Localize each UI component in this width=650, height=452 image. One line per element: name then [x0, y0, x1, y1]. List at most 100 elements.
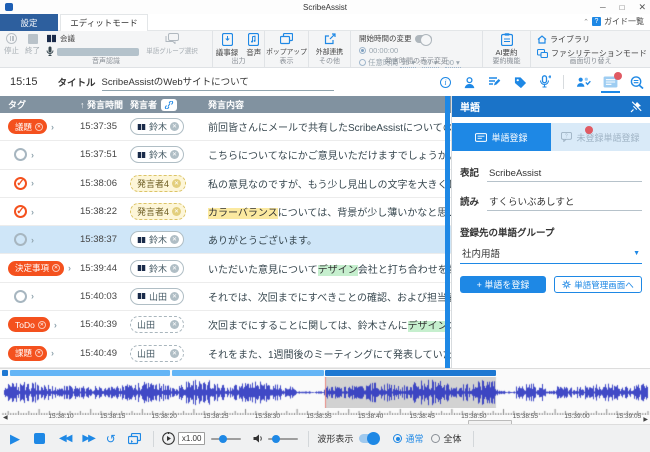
row-content[interactable]: 次回までにすることに関しては、鈴木さんにデザインのブラッシュアップを行っていただ — [208, 317, 451, 332]
remove-speaker-icon[interactable]: ✕ — [170, 235, 179, 244]
maximize-button[interactable]: □ — [620, 3, 625, 12]
header-time[interactable]: ↑ 発言時間 — [80, 98, 130, 111]
row-content[interactable]: それでは、次回までにすべきことの確認、および担当者を決めたいと思います。 — [208, 289, 451, 304]
expand-chevron[interactable]: › — [31, 235, 34, 245]
info-icon[interactable]: i — [440, 77, 451, 88]
speed-slider-knob[interactable] — [219, 435, 227, 443]
speaker-check-button[interactable] — [576, 76, 591, 88]
repeat-section-icon[interactable] — [128, 433, 141, 445]
table-row[interactable]: › 15:40:03 山田✕ それでは、次回までにすべきことの確認、および担当者… — [0, 283, 451, 311]
edit-list-button[interactable] — [488, 76, 502, 88]
remove-speaker-icon[interactable]: ✕ — [170, 122, 179, 131]
audio-output-button[interactable]: 音声 — [246, 31, 261, 58]
expand-chevron[interactable]: › — [31, 150, 34, 160]
row-content[interactable]: それをまた、1週間後のミーティングにて発表していただき、最終確認を行いたいと — [208, 346, 451, 361]
tag-pill[interactable]: 議題✕ — [8, 119, 47, 134]
tab-word-register[interactable]: 単語登録 — [452, 123, 551, 151]
audio-segment-bar[interactable] — [10, 370, 170, 376]
expand-chevron[interactable]: › — [31, 178, 34, 188]
table-row[interactable]: 課題✕› 15:40:49 山田✕ それをまた、1週間後のミーティングにて発表し… — [0, 339, 451, 367]
table-row[interactable]: 決定事項✕› 15:39:44 鈴木✕ いただいた意見についてデザイン会社と打ち… — [0, 254, 451, 282]
tag-pill[interactable]: ToDo✕ — [8, 317, 50, 332]
waveform-canvas[interactable] — [0, 377, 650, 408]
tag-pill[interactable]: 課題✕ — [8, 346, 47, 361]
audio-segment-bar-active[interactable] — [325, 370, 496, 376]
volume-slider-knob[interactable] — [272, 435, 280, 443]
title-input[interactable]: ScribeAssistのWebサイトについて — [102, 74, 334, 91]
stop-playback-button[interactable] — [34, 433, 45, 444]
remove-speaker-icon[interactable]: ✕ — [170, 349, 179, 358]
row-content[interactable]: 私の意見なのですが、もう少し見出しの文字を大きくしてもらえると、区別がつきや — [208, 176, 451, 191]
surface-input[interactable]: ScribeAssist — [487, 166, 642, 182]
play-button[interactable]: ▶ — [10, 432, 20, 445]
tag-circle[interactable] — [14, 290, 27, 303]
remove-speaker-icon[interactable]: ✕ — [172, 207, 181, 216]
row-content[interactable]: 前回皆さんにメールで共有したScribeAssistについてのホームページのデザ… — [208, 119, 451, 134]
header-speaker[interactable]: 発言者 — [130, 98, 157, 111]
word-panel-button[interactable] — [603, 76, 618, 88]
header-tag[interactable]: タグ — [0, 98, 80, 111]
pin-off-icon[interactable] — [630, 101, 642, 113]
stop-button[interactable]: 停止 — [4, 31, 19, 57]
radio-all[interactable] — [431, 434, 440, 443]
minutes-output-button[interactable]: 議事録 — [216, 31, 239, 58]
forward-button[interactable]: ▶▶ — [82, 434, 93, 444]
collapse-ribbon-icon[interactable]: ⌃ — [583, 18, 589, 26]
mic-add-button[interactable] — [539, 75, 551, 89]
volume-slider[interactable] — [268, 438, 298, 440]
speaker-chip[interactable]: 鈴木✕ — [130, 118, 184, 135]
rewind-button[interactable]: ◀◀ — [59, 434, 70, 444]
external-link-button[interactable]: 外部連携 — [309, 31, 350, 56]
remove-tag-icon[interactable]: ✕ — [35, 123, 43, 131]
table-scrollbar[interactable] — [445, 96, 450, 368]
tag-button[interactable] — [514, 76, 527, 89]
expand-chevron[interactable]: › — [54, 320, 57, 330]
speaker-chip[interactable]: 山田✕ — [130, 288, 184, 305]
remove-tag-icon[interactable]: ✕ — [52, 264, 60, 272]
remove-speaker-icon[interactable]: ✕ — [170, 150, 179, 159]
replay-icon[interactable]: ↺ — [106, 433, 116, 445]
remove-speaker-icon[interactable]: ✕ — [172, 179, 181, 188]
row-content[interactable]: こちらについてなにかご意見いただけますでしょうか。 — [208, 147, 451, 162]
word-management-button[interactable]: 単語管理画面へ — [554, 276, 642, 293]
remove-speaker-icon[interactable]: ✕ — [170, 292, 179, 301]
expand-chevron[interactable]: › — [31, 207, 34, 217]
speaker-chip[interactable]: 山田✕ — [130, 345, 184, 362]
guide-list-link[interactable]: ガイド一覧 — [604, 16, 644, 27]
table-row[interactable]: ToDo✕› 15:40:39 山田✕ 次回までにすることに関しては、鈴木さんに… — [0, 311, 451, 339]
audio-segment-bar[interactable] — [172, 370, 324, 376]
row-content[interactable]: ありがとうございます。 — [208, 232, 451, 247]
expand-chevron[interactable]: › — [51, 348, 54, 358]
tab-settings[interactable]: 設定 — [0, 14, 58, 31]
tab-edit-mode[interactable]: エディットモード — [60, 14, 148, 31]
remove-speaker-icon[interactable]: ✕ — [170, 320, 179, 329]
remove-tag-icon[interactable]: ✕ — [35, 349, 43, 357]
speaker-chip[interactable]: 発言者4✕ — [130, 175, 186, 192]
search-button[interactable] — [630, 76, 644, 89]
expand-chevron[interactable]: › — [51, 122, 54, 132]
reading-input[interactable]: すくらいぶあしすと — [487, 192, 642, 211]
table-row[interactable]: 議題✕› 15:37:35 鈴木✕ 前回皆さんにメールで共有したScribeAs… — [0, 113, 451, 141]
speaker-chip[interactable]: 鈴木✕ — [130, 260, 184, 277]
close-button[interactable]: ✕ — [638, 2, 646, 13]
word-group-select-button[interactable]: 単語グループ選択 — [145, 31, 199, 57]
scroll-left-arrow[interactable]: ◀ — [3, 414, 8, 421]
table-row[interactable]: ✓› 15:38:22 発言者4✕ カラーバランスについては、背景が少し薄いかな… — [0, 198, 451, 226]
speaker-link-button[interactable] — [161, 99, 177, 111]
tag-check-icon[interactable]: ✓ — [14, 205, 27, 218]
speaker-settings-button[interactable] — [463, 76, 476, 89]
row-content[interactable]: いただいた意見についてデザイン会社と打ち合わせを設けて、またブラッシュアップし — [208, 261, 451, 276]
start-time-toggle[interactable] — [415, 35, 432, 43]
popup-button[interactable]: ポップアップ — [265, 31, 308, 56]
tag-pill[interactable]: 決定事項✕ — [8, 261, 64, 276]
table-row[interactable]: ✓› 15:38:06 発言者4✕ 私の意見なのですが、もう少し見出しの文字を大… — [0, 170, 451, 198]
tag-check-icon[interactable]: ✓ — [14, 177, 27, 190]
help-icon[interactable]: ? — [592, 17, 601, 26]
tab-unregistered-words[interactable]: ? 未登録単語登録 — [551, 123, 650, 151]
speaker-chip[interactable]: 山田✕ — [130, 316, 184, 333]
table-row[interactable]: › 15:37:51 鈴木✕ こちらについてなにかご意見いただけますでしょうか。 — [0, 141, 451, 169]
speaker-chip[interactable]: 鈴木✕ — [130, 231, 184, 248]
expand-chevron[interactable]: › — [68, 263, 71, 273]
waveform-toggle[interactable] — [359, 434, 379, 443]
time-default-radio[interactable] — [359, 47, 366, 54]
